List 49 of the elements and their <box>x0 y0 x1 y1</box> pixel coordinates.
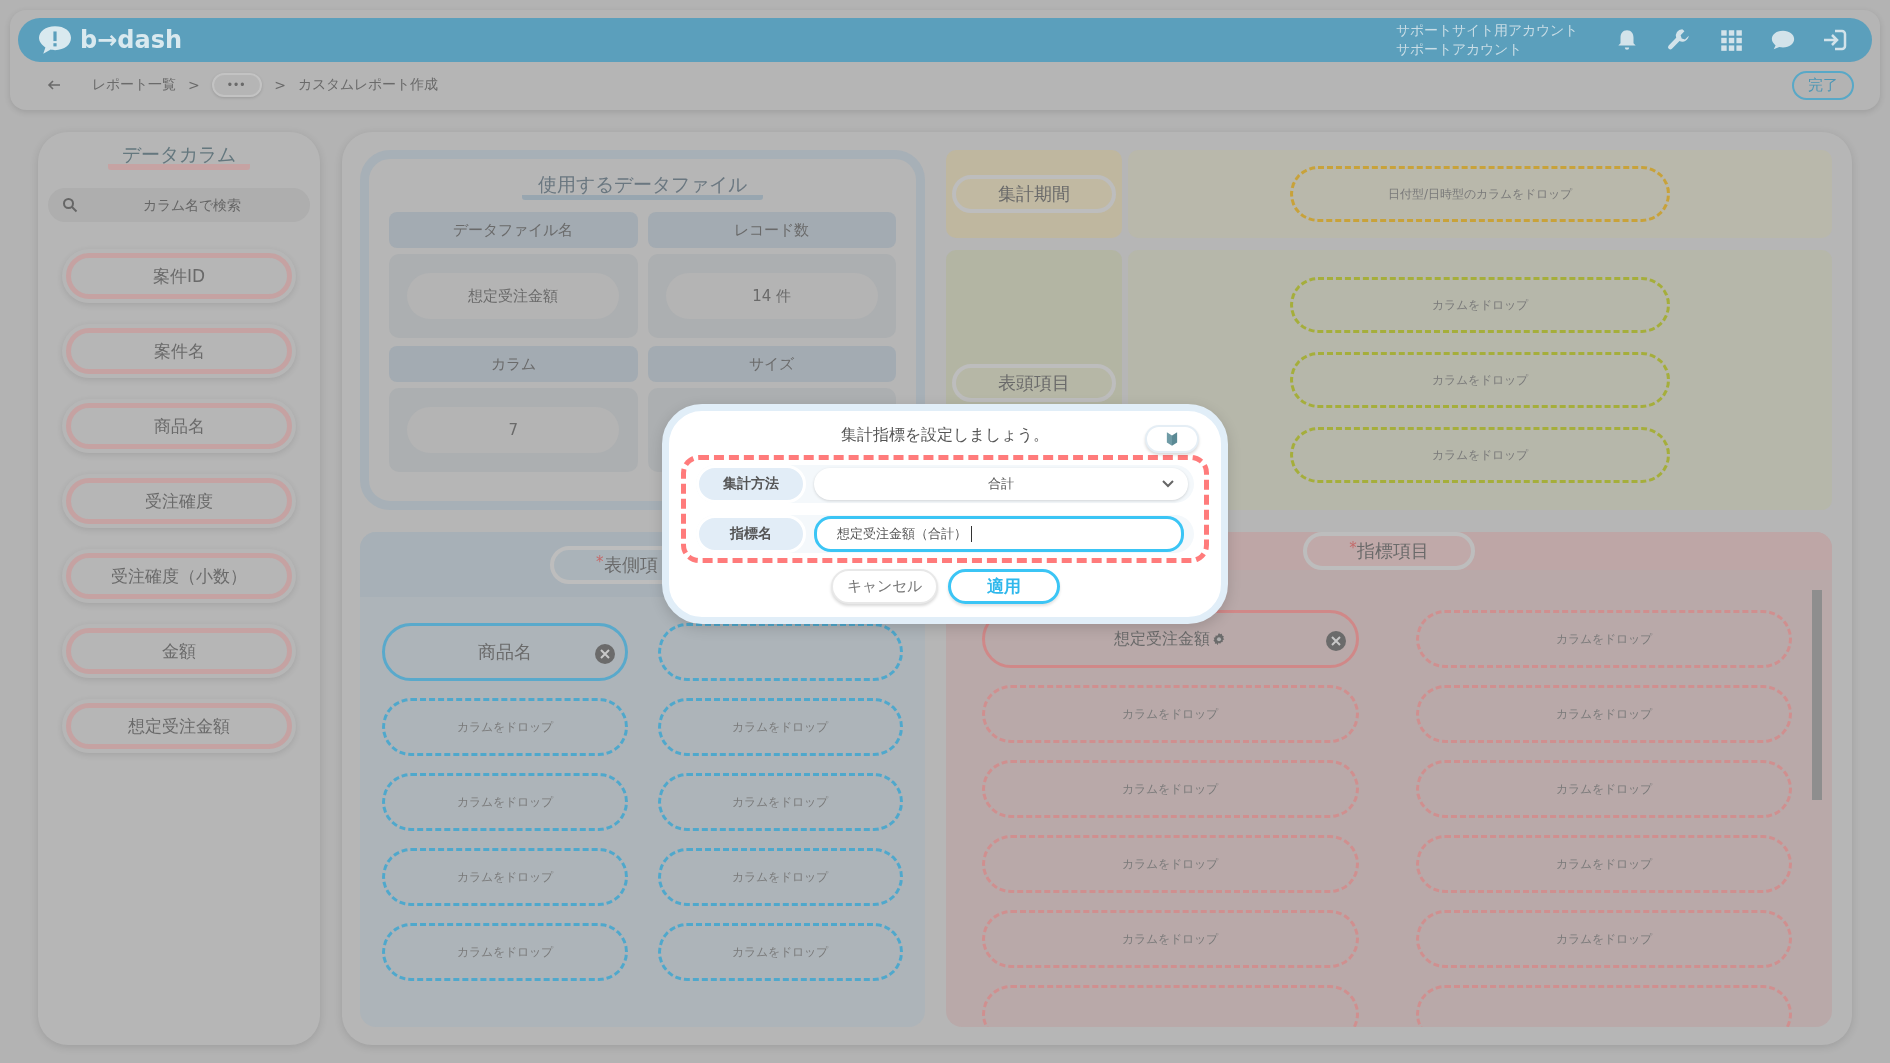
account-name: サポートサイト用アカウント <box>1396 21 1578 40</box>
breadcrumb-current: カスタムレポート作成 <box>298 76 439 94</box>
account-name: サポートアカウント <box>1396 40 1523 59</box>
speech-bubble-icon <box>36 24 74 56</box>
column-name: 想定受注金額 <box>1114 628 1227 650</box>
logo-text: b→dash <box>80 26 183 54</box>
column-name: 商品名 <box>477 640 532 664</box>
column-item[interactable]: 案件ID <box>66 253 292 299</box>
info-heading: データファイル名 <box>389 212 638 248</box>
logout-icon[interactable] <box>1822 27 1848 53</box>
apps-grid-icon[interactable] <box>1718 27 1744 53</box>
dialog-title: 集計指標を設定しましょう。 <box>841 424 1049 446</box>
column-item[interactable]: 受注確度 <box>66 478 292 524</box>
info-heading: カラム <box>389 346 638 382</box>
done-button[interactable]: 完了 <box>1792 70 1854 100</box>
search-icon <box>62 197 78 213</box>
method-dropdown[interactable]: 合計 <box>814 468 1188 500</box>
remove-icon[interactable] <box>1325 631 1346 651</box>
column-item[interactable]: 金額 <box>66 628 292 674</box>
cancel-button[interactable]: キャンセル <box>830 569 938 604</box>
card-title: 使用するデータファイル <box>522 173 763 200</box>
help-button[interactable] <box>1145 425 1199 453</box>
info-value: 14 件 <box>665 273 878 319</box>
column-item[interactable]: 想定受注金額 <box>66 703 292 749</box>
info-heading: レコード数 <box>647 212 896 248</box>
more-button[interactable]: ••• <box>211 73 263 97</box>
section-label: 表頭項目 <box>952 364 1116 402</box>
section-label: 集計期間 <box>952 175 1116 213</box>
field-label: 集計方法 <box>696 465 806 503</box>
breadcrumb-link[interactable]: レポート一覧 <box>92 76 176 94</box>
column-item[interactable]: 受注確度（小数） <box>66 553 292 599</box>
field-label: 指標名 <box>696 515 806 553</box>
info-value: 7 <box>407 407 620 453</box>
search-field[interactable]: カラム名で検索 <box>48 188 310 222</box>
info-heading: サイズ <box>647 346 896 382</box>
column-item[interactable]: 商品名 <box>66 403 292 449</box>
metric-name-field[interactable]: 想定受注金額（合計） <box>814 516 1184 552</box>
chevron-down-icon <box>1162 480 1174 488</box>
apply-button[interactable]: 適用 <box>947 569 1060 604</box>
column-item[interactable]: 案件名 <box>66 328 292 374</box>
breadcrumb-separator: > <box>274 77 287 93</box>
breadcrumb-separator: > <box>188 77 200 93</box>
section-label: *指標項目 <box>1303 532 1475 570</box>
gear-icon[interactable] <box>1212 632 1227 646</box>
beginner-mark-icon <box>1166 431 1178 447</box>
remove-icon[interactable] <box>594 644 615 664</box>
sidebar-title: データカラム <box>108 144 250 170</box>
column-chip[interactable]: 商品名 <box>382 623 628 681</box>
info-value: 想定受注金額 <box>407 273 620 319</box>
